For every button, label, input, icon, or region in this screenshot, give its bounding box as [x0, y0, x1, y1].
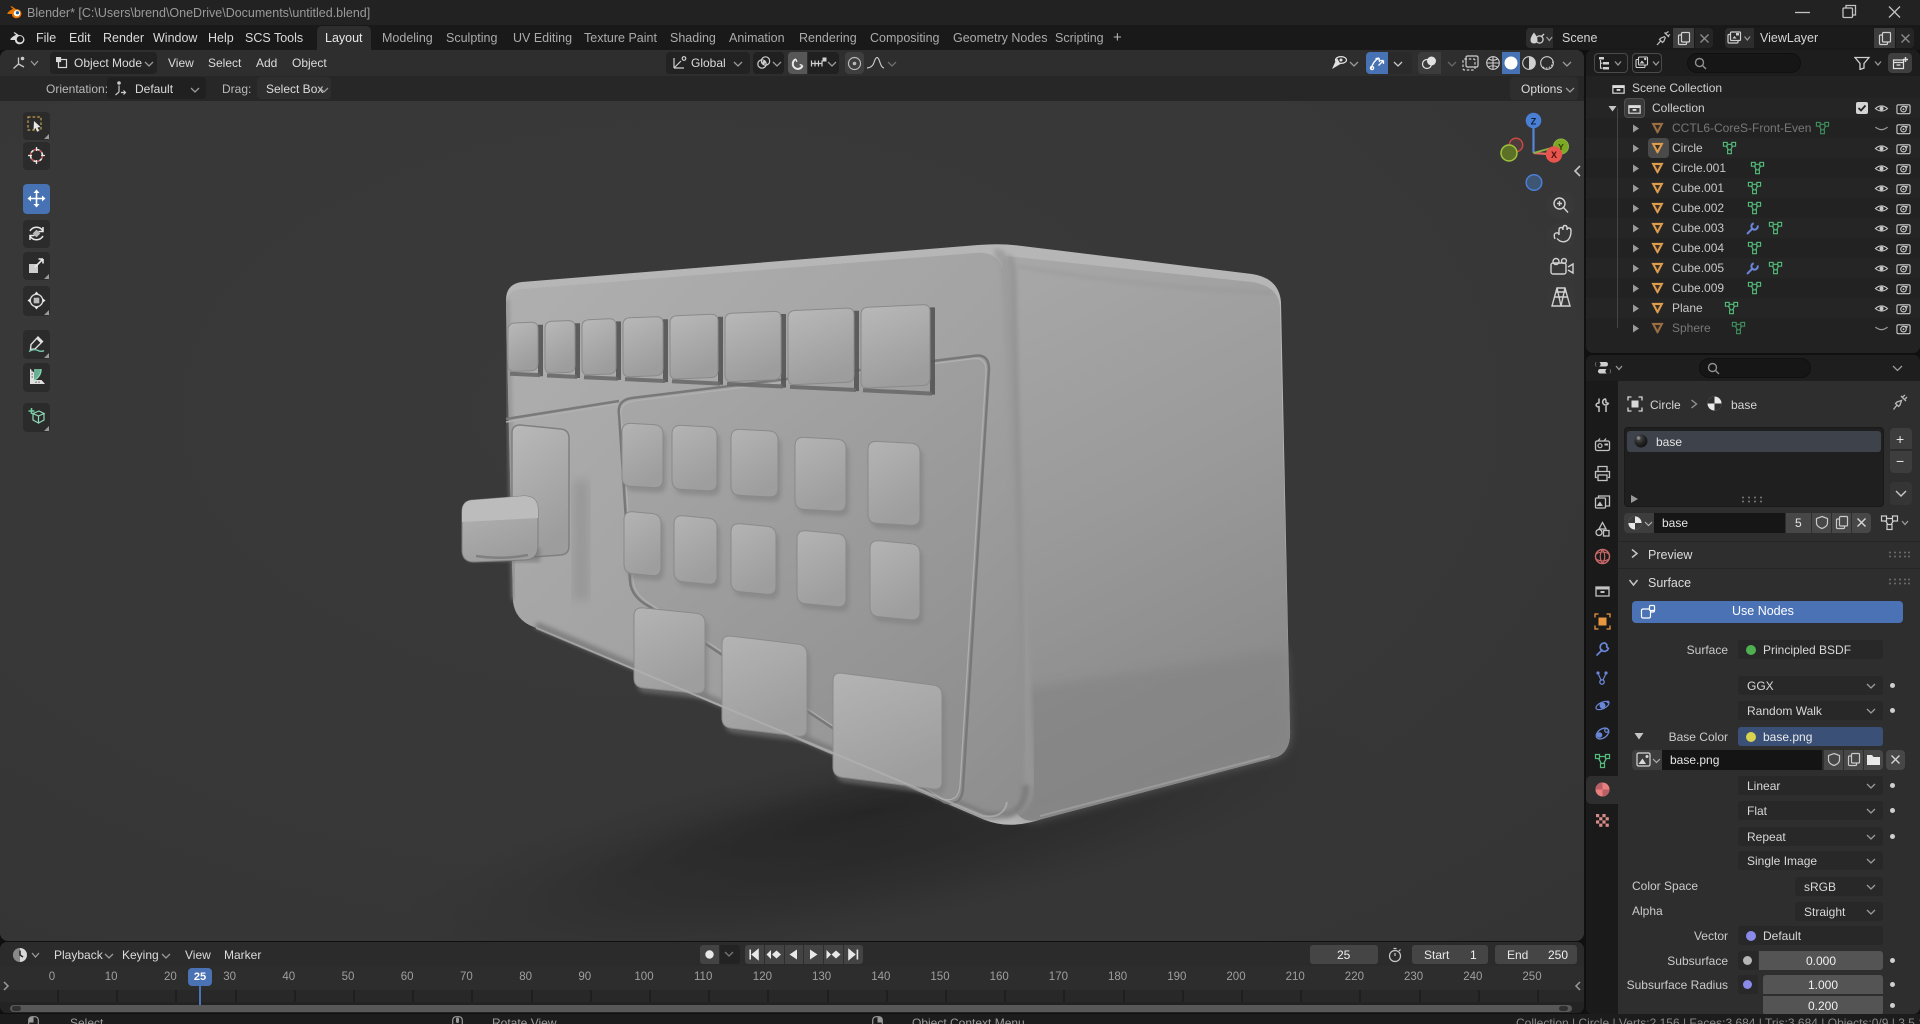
svg-text:X: X	[1551, 150, 1557, 160]
svg-text:Z: Z	[1531, 116, 1537, 126]
